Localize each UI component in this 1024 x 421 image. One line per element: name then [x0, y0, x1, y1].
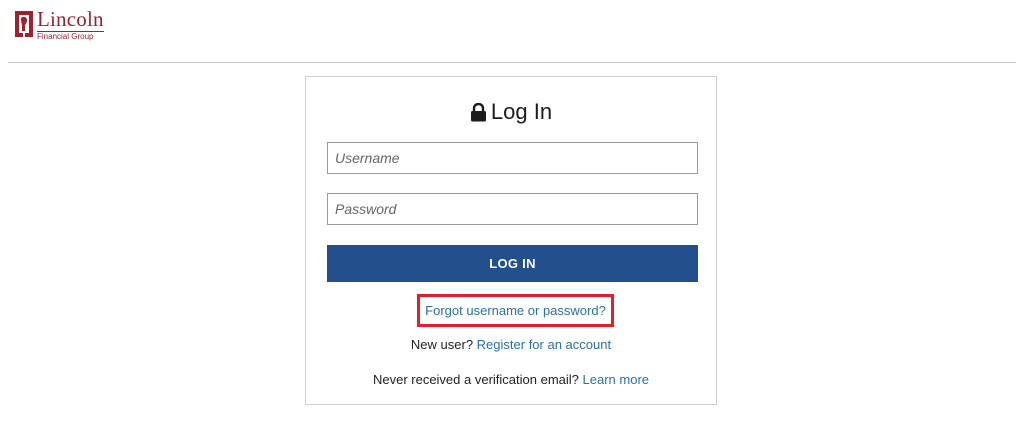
logo-subtitle: Financial Group [37, 32, 94, 41]
verification-line: Never received a verification email? Lea… [306, 372, 716, 387]
logo-name: Lincoln [37, 7, 104, 32]
password-input[interactable] [327, 193, 698, 225]
learn-more-link[interactable]: Learn more [583, 372, 649, 387]
page-title: Log In [490, 99, 553, 124]
header-divider [8, 62, 1016, 63]
username-input[interactable] [327, 142, 698, 174]
lincoln-logo-icon [15, 11, 33, 37]
forgot-highlight-box: Forgot username or password? [417, 294, 614, 327]
forgot-credentials-link[interactable]: Forgot username or password? [425, 303, 606, 318]
lock-icon [470, 102, 486, 121]
lincoln-logo[interactable]: Lincoln Financial Group [13, 9, 104, 41]
login-title-row: Log In [306, 99, 716, 125]
login-button[interactable]: LOG IN [327, 245, 698, 282]
new-user-line: New user? Register for an account [306, 337, 716, 352]
verification-text: Never received a verification email? [372, 372, 579, 387]
register-link[interactable]: Register for an account [477, 337, 611, 352]
new-user-text: New user? [410, 337, 474, 352]
login-card: Log In LOG IN Forgot username or passwor… [305, 76, 717, 405]
